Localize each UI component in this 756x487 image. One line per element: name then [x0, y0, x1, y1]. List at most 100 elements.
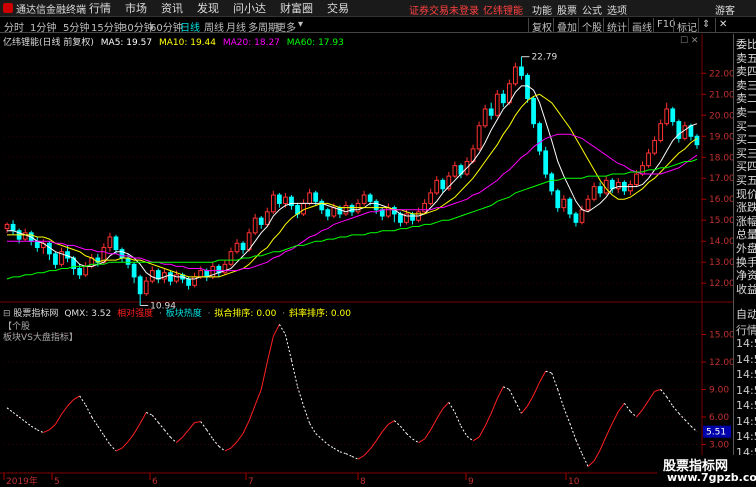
indicator-falling-segment — [575, 439, 583, 454]
candle-up — [658, 123, 664, 141]
candle-up — [482, 108, 488, 127]
indicator-falling-segment — [6, 407, 14, 413]
auto-toggle[interactable]: 自动 — [736, 306, 756, 322]
candle-down — [519, 66, 524, 76]
indicator-falling-segment — [569, 423, 577, 441]
candle-down — [567, 198, 573, 215]
indicator-falling-segment — [103, 435, 111, 445]
indicator-rising-segment — [254, 389, 262, 406]
candle-down — [555, 190, 561, 209]
indicator-falling-segment — [623, 402, 631, 412]
qmx-label: QMX: 3.52 — [64, 309, 112, 319]
indicator-rising-segment — [478, 425, 486, 438]
indicator-rising-segment — [375, 431, 383, 442]
ma5-label: MA5: 19.57 — [100, 38, 153, 48]
indicator-rising-segment — [442, 401, 450, 410]
candle-down — [155, 270, 161, 280]
x-tick-label: 2019年 — [6, 475, 38, 487]
candle-down — [573, 213, 579, 223]
indicator-falling-segment — [551, 372, 559, 390]
indicator-falling-segment — [630, 411, 637, 418]
indicator-rising-segment — [611, 411, 619, 424]
indicator-falling-segment — [508, 389, 516, 402]
candle-up — [228, 251, 234, 265]
candlesticks — [4, 56, 700, 306]
indicator-falling-segment — [345, 453, 353, 457]
indicator-rising-segment — [61, 405, 68, 415]
high-label: 22.79 — [531, 53, 557, 63]
indicator-falling-segment — [321, 438, 329, 445]
candle-down — [77, 268, 83, 276]
ma10-label: MA10: 19.44 — [158, 38, 216, 48]
indicator-rising-segment — [472, 436, 480, 442]
candle-down — [367, 194, 373, 202]
tick-time-label: 14:5 — [736, 399, 756, 412]
indicator-rising-segment — [605, 423, 613, 437]
indicator-rising-segment — [121, 441, 129, 449]
indicator-rising-segment — [617, 402, 625, 412]
indicator-rising-segment — [194, 421, 201, 423]
candle-up — [162, 272, 167, 280]
indicator-falling-segment — [12, 412, 20, 418]
tick-time-label: 14:5 — [736, 383, 756, 397]
x-tick-label: 9 — [468, 477, 474, 487]
indicator-rising-segment — [357, 455, 365, 460]
candle-down — [500, 93, 506, 104]
indicator-falling-segment — [37, 429, 44, 434]
indicator-falling-segment — [545, 370, 552, 374]
candle-up — [4, 223, 10, 230]
candle-up — [301, 202, 306, 215]
candle-up — [682, 125, 688, 139]
x-tick-label: 8 — [360, 477, 366, 487]
indicator-rising-segment — [266, 336, 274, 363]
price-tick-label: 12.00 — [709, 279, 735, 289]
indicator-falling-segment — [24, 421, 32, 427]
strength-label: 相对强度 — [117, 309, 154, 319]
indicator-rising-segment — [539, 370, 547, 383]
indicator-falling-segment — [206, 429, 214, 440]
candle-up — [361, 194, 367, 204]
indicator-falling-segment — [97, 425, 105, 436]
price-tick-label: 16.00 — [709, 195, 735, 205]
indicator-falling-segment — [170, 436, 177, 444]
indicator-grid — [4, 334, 702, 473]
indicator-tick-label: 15.00 — [709, 331, 735, 341]
indicator-falling-segment — [85, 404, 93, 418]
indicator-rising-segment — [369, 440, 377, 450]
candle-up — [422, 202, 428, 213]
indicator-falling-segment — [678, 412, 686, 421]
indicator-rising-segment — [490, 398, 498, 414]
candle-down — [688, 125, 694, 137]
tick-time-label: 14:5 — [736, 337, 756, 350]
sector-heat-label: 板块热度 — [165, 309, 202, 319]
indicator-falling-segment — [466, 435, 474, 442]
price-tick-label: 21.00 — [709, 90, 735, 100]
indicator-falling-segment — [91, 416, 99, 427]
indicator-rising-segment — [648, 391, 656, 401]
ma60-label: MA60: 17.93 — [286, 38, 344, 48]
candle-up — [234, 242, 240, 253]
indicator-falling-segment — [460, 425, 468, 437]
legend-icons[interactable]: ☐ ✕ — [680, 36, 698, 46]
candle-down — [258, 217, 264, 225]
indicator-falling-segment — [212, 438, 220, 447]
candle-up — [640, 165, 645, 175]
indicator-rising-segment — [533, 381, 541, 396]
ma60-line — [6, 158, 698, 280]
main-legend: 亿纬锂能(日线 前复权) MA5: 19.57 MA10: 19.44 MA20… — [3, 35, 344, 48]
candle-up — [428, 192, 434, 204]
indicator-name: 股票指标网 — [13, 309, 59, 319]
indicator-rising-segment — [139, 412, 147, 424]
indicator-falling-segment — [690, 425, 698, 433]
tick-time-label: 14:5 — [736, 368, 756, 381]
kline-chart[interactable]: 22.00 21.00 20.00 19.00 18.00 17.00 16.00 15.00… — [0, 0, 756, 487]
indicator-falling-segment — [278, 324, 286, 335]
candle-down — [137, 276, 143, 295]
indicator-rising-segment — [363, 448, 371, 456]
indicator-menu-icon[interactable]: ⊟ — [3, 309, 11, 319]
candle-down — [168, 272, 173, 282]
candle-up — [143, 280, 149, 295]
indicator-rising-segment — [484, 413, 492, 427]
indicator-falling-segment — [284, 334, 292, 361]
price-tick-label: 17.00 — [709, 174, 735, 184]
